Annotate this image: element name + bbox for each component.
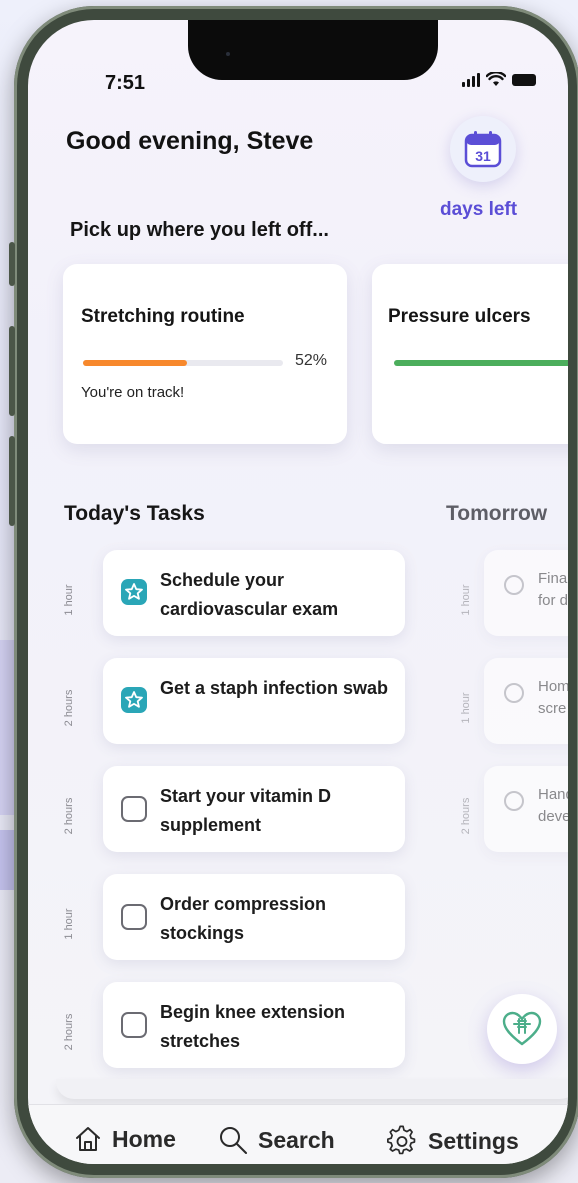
calendar-button[interactable]: 31 — [450, 116, 516, 182]
volume-down-button — [9, 436, 15, 526]
progress-percent: 52% — [295, 352, 328, 369]
task-text: Order compression stockings — [160, 894, 327, 943]
course-card-pressure-ulcers[interactable]: Pressure ulcers — [372, 264, 568, 444]
tomorrow-task-item[interactable]: Finali for d — [484, 550, 568, 636]
nav-home[interactable]: Home — [74, 1125, 176, 1153]
phone-frame: 7:51 Good evening, Steve 31 days left Pi… — [9, 6, 578, 1178]
tomorrow-task-item[interactable]: Hom scre — [484, 658, 568, 744]
heart-plus-icon — [502, 1011, 542, 1046]
sheet-edge — [56, 1079, 568, 1099]
battery-icon — [512, 74, 536, 86]
task-duration: 1 hour — [63, 908, 75, 940]
course-card-stretching[interactable]: Stretching routine 52% You're on track! — [63, 264, 347, 444]
signal-icon — [462, 73, 480, 87]
task-item[interactable]: Order compression stockings — [103, 874, 405, 960]
task-radio[interactable] — [504, 791, 524, 811]
task-item[interactable]: Start your vitamin D supplement — [103, 766, 405, 852]
task-text: Schedule your cardiovascular exam — [160, 570, 339, 619]
task-checkbox[interactable] — [121, 904, 147, 930]
days-left-label: days left — [440, 199, 518, 220]
task-duration: 2 hours — [460, 797, 472, 835]
task-text: Finali for d — [538, 570, 568, 609]
progress-fill — [394, 360, 568, 366]
task-radio[interactable] — [504, 575, 524, 595]
nav-settings[interactable]: Settings — [386, 1125, 519, 1157]
continue-heading: Pick up where you left off... — [70, 219, 329, 241]
task-item[interactable]: Schedule your cardiovascular exam — [103, 550, 405, 636]
wifi-icon — [486, 72, 506, 86]
status-icons — [462, 72, 536, 87]
gear-icon — [386, 1125, 416, 1155]
task-item[interactable]: Get a staph infection swab — [103, 658, 405, 744]
progress-bar — [83, 360, 283, 366]
task-text: Get a staph infection swab — [160, 678, 389, 698]
search-icon — [220, 1127, 247, 1154]
nav-settings-label: Settings — [428, 1127, 519, 1154]
volume-up-button — [9, 326, 15, 416]
calendar-day: 31 — [475, 148, 491, 164]
star-badge-icon — [121, 579, 147, 605]
task-duration: 1 hour — [63, 584, 75, 616]
mute-switch — [9, 242, 15, 286]
health-button[interactable] — [487, 994, 557, 1064]
nav-search-label: Search — [258, 1126, 335, 1153]
progress-fill — [83, 360, 187, 366]
nav-search[interactable]: Search — [218, 1125, 335, 1155]
task-checkbox[interactable] — [121, 1012, 147, 1038]
task-radio[interactable] — [504, 683, 524, 703]
tomorrow-task-item[interactable]: Hand deve — [484, 766, 568, 852]
nav-home-label: Home — [112, 1125, 176, 1152]
status-time: 7:51 — [105, 72, 146, 94]
task-text: Start your vitamin D supplement — [160, 786, 332, 835]
course-card-title: Pressure ulcers — [388, 306, 531, 327]
task-duration: 1 hour — [460, 692, 472, 724]
course-card-title: Stretching routine — [81, 306, 245, 327]
app-screen: 7:51 Good evening, Steve 31 days left Pi… — [28, 20, 568, 1164]
camera-notch — [188, 20, 438, 80]
task-checkbox[interactable] — [121, 796, 147, 822]
task-duration: 2 hours — [63, 797, 75, 835]
calendar-icon: 31 — [464, 131, 502, 168]
progress-status: You're on track! — [81, 384, 185, 401]
star-badge-icon — [121, 687, 147, 713]
bottom-nav: Home Search Settings — [28, 1104, 568, 1164]
task-duration: 1 hour — [460, 584, 472, 616]
greeting: Good evening, Steve — [66, 127, 314, 155]
task-text: Hom scre — [538, 678, 568, 717]
today-heading: Today's Tasks — [64, 502, 205, 525]
progress-bar — [394, 360, 568, 366]
tomorrow-heading: Tomorrow — [446, 502, 548, 525]
task-duration: 2 hours — [63, 1013, 75, 1051]
task-text: Hand deve — [538, 786, 568, 825]
task-item[interactable]: Begin knee extension stretches — [103, 982, 405, 1068]
home-icon — [76, 1127, 100, 1151]
task-duration: 2 hours — [63, 689, 75, 727]
task-text: Begin knee extension stretches — [160, 1002, 346, 1051]
